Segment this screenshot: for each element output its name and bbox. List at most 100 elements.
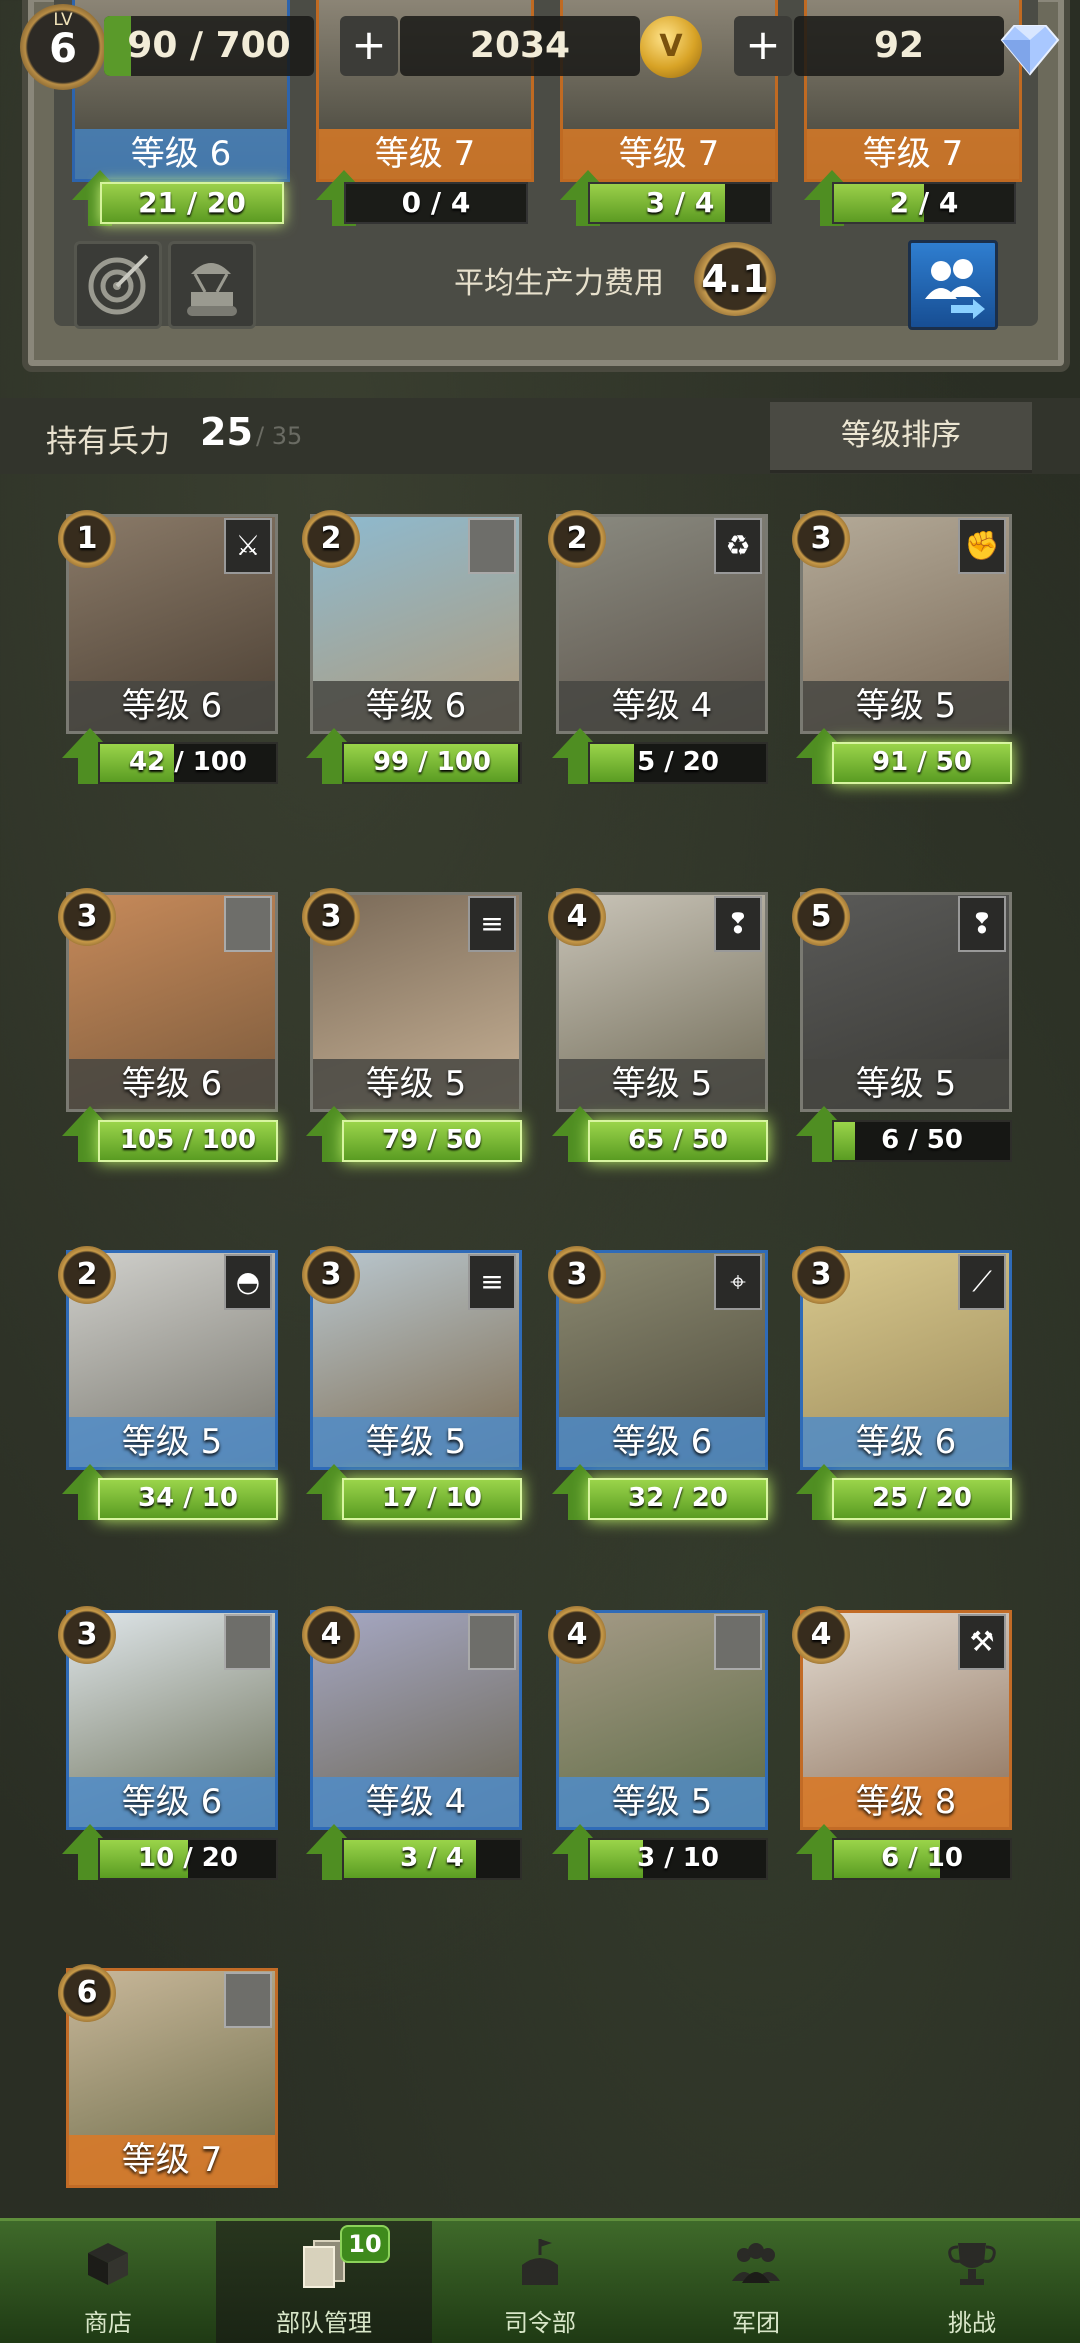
unit-cost-badge: 3 <box>792 510 850 568</box>
unit-cost-badge: 6 <box>58 1964 116 2022</box>
gold-box: 2034 <box>400 16 640 76</box>
level-number: 6 <box>49 26 77 72</box>
unit-cost-badge: 3 <box>792 1246 850 1304</box>
airdrop-button[interactable] <box>168 241 256 329</box>
unit-progress: 34 / 10 <box>62 1464 278 1520</box>
share-deck-button[interactable] <box>908 240 998 330</box>
unit-level: 等级 4 <box>313 1777 519 1827</box>
unit-role-icon: ⟋ <box>958 1254 1006 1310</box>
diamond-box: 92 <box>794 16 1004 76</box>
unit-role-icon <box>224 1614 272 1670</box>
add-gold-button[interactable]: + <box>340 16 398 76</box>
unit-progress: 5 / 20 <box>552 728 768 784</box>
unit-cost-badge: 5 <box>792 888 850 946</box>
unit-cost-badge: 2 <box>58 1246 116 1304</box>
unit-cost-badge: 4 <box>792 1606 850 1664</box>
unit-role-icon: ⚒ <box>958 1614 1006 1670</box>
progress-text: 25 / 20 <box>872 1483 972 1513</box>
unit-level: 等级 5 <box>559 1059 765 1109</box>
unit-level: 等级 6 <box>559 1417 765 1467</box>
roster-count: 25 <box>200 410 253 454</box>
progress-text: 10 / 20 <box>138 1843 238 1873</box>
add-diamond-button[interactable]: + <box>734 16 792 76</box>
progress-text: 3 / 4 <box>645 186 715 219</box>
unit-progress: 42 / 100 <box>62 728 278 784</box>
unit-progress: 91 / 50 <box>796 728 1012 784</box>
nav-troops-label: 部队管理 <box>276 2309 372 2337</box>
unit-level: 等级 8 <box>803 1777 1009 1827</box>
deck-card-progress: 21 / 20 <box>72 170 284 226</box>
unit-level: 等级 6 <box>69 1777 275 1827</box>
progress-text: 32 / 20 <box>628 1483 728 1513</box>
unit-role-icon <box>468 1614 516 1670</box>
unit-role-icon: ≡ <box>468 896 516 952</box>
unit-cost-badge: 4 <box>548 1606 606 1664</box>
progress-text: 21 / 20 <box>138 186 246 219</box>
unit-level: 等级 6 <box>803 1417 1009 1467</box>
hq-icon <box>522 2239 558 2285</box>
progress-text: 3 / 4 <box>400 1843 464 1873</box>
unit-level: 等级 5 <box>559 1777 765 1827</box>
unit-progress: 65 / 50 <box>552 1106 768 1162</box>
unit-role-icon <box>224 1972 272 2028</box>
target-button[interactable] <box>74 241 162 329</box>
progress-text: 79 / 50 <box>382 1125 482 1155</box>
deck-card-progress: 2 / 4 <box>804 170 1016 226</box>
unit-level: 等级 7 <box>69 2135 275 2185</box>
unit-role-icon: ⌖ <box>714 1254 762 1310</box>
unit-progress: 6 / 50 <box>796 1106 1012 1162</box>
unit-progress: 10 / 20 <box>62 1824 278 1880</box>
unit-progress: 99 / 100 <box>306 728 522 784</box>
unit-level: 等级 5 <box>313 1059 519 1109</box>
unit-role-icon <box>468 518 516 574</box>
unit-level: 等级 6 <box>69 1059 275 1109</box>
progress-text: 91 / 50 <box>872 747 972 777</box>
nav-hq[interactable]: 司令部 <box>432 2221 648 2343</box>
unit-progress: 3 / 4 <box>306 1824 522 1880</box>
group-icon <box>732 2243 780 2283</box>
sort-by-level-button[interactable]: 等级排序 <box>770 402 1032 473</box>
unit-level: 等级 5 <box>803 681 1009 731</box>
deck-card-progress: 3 / 4 <box>560 170 772 226</box>
trophy-icon <box>948 2243 996 2285</box>
progress-text: 2 / 4 <box>889 186 959 219</box>
unit-cost-badge: 2 <box>548 510 606 568</box>
nav-legion[interactable]: 军团 <box>648 2221 864 2343</box>
unit-cost-badge: 4 <box>302 1606 360 1664</box>
unit-role-icon <box>224 896 272 952</box>
xp-text: 90 / 700 <box>127 25 291 66</box>
target-icon <box>88 254 149 315</box>
unit-progress: 105 / 100 <box>62 1106 278 1162</box>
unit-level: 等级 6 <box>69 681 275 731</box>
progress-text: 105 / 100 <box>119 1125 257 1155</box>
unit-cost-badge: 2 <box>302 510 360 568</box>
unit-role-icon: ⚔ <box>224 518 272 574</box>
unit-cost-badge: 3 <box>58 1606 116 1664</box>
unit-progress: 17 / 10 <box>306 1464 522 1520</box>
unit-cost-badge: 3 <box>302 888 360 946</box>
box-icon <box>88 2243 128 2285</box>
diamond-amount: 92 <box>873 25 925 66</box>
nav-troops[interactable]: 10 部队管理 <box>216 2221 432 2343</box>
nav-shop[interactable]: 商店 <box>0 2221 216 2343</box>
level-badge[interactable]: LV 6 <box>20 4 106 90</box>
progress-text: 6 / 50 <box>881 1125 963 1155</box>
progress-text: 6 / 10 <box>881 1843 963 1873</box>
unit-role-icon: ❢ <box>714 896 762 952</box>
unit-progress: 79 / 50 <box>306 1106 522 1162</box>
unit-level: 等级 5 <box>313 1417 519 1467</box>
nav-challenge[interactable]: 挑战 <box>864 2221 1080 2343</box>
nav-legion-label: 军团 <box>732 2309 780 2337</box>
roster-max: / 35 <box>256 422 303 450</box>
unit-cost-badge: 3 <box>548 1246 606 1304</box>
unit-role-icon: ◓ <box>224 1254 272 1310</box>
nav-shop-label: 商店 <box>84 2309 132 2337</box>
unit-level: 等级 6 <box>313 681 519 731</box>
nav-challenge-label: 挑战 <box>948 2309 996 2337</box>
unit-cost-badge: 1 <box>58 510 116 568</box>
gold-coin-icon: V <box>640 16 702 78</box>
unit-cost-badge: 4 <box>548 888 606 946</box>
avg-cost-medal: 4.1 <box>694 242 776 316</box>
xp-bar: 90 / 700 <box>104 16 314 76</box>
unit-role-icon: ✊ <box>958 518 1006 574</box>
